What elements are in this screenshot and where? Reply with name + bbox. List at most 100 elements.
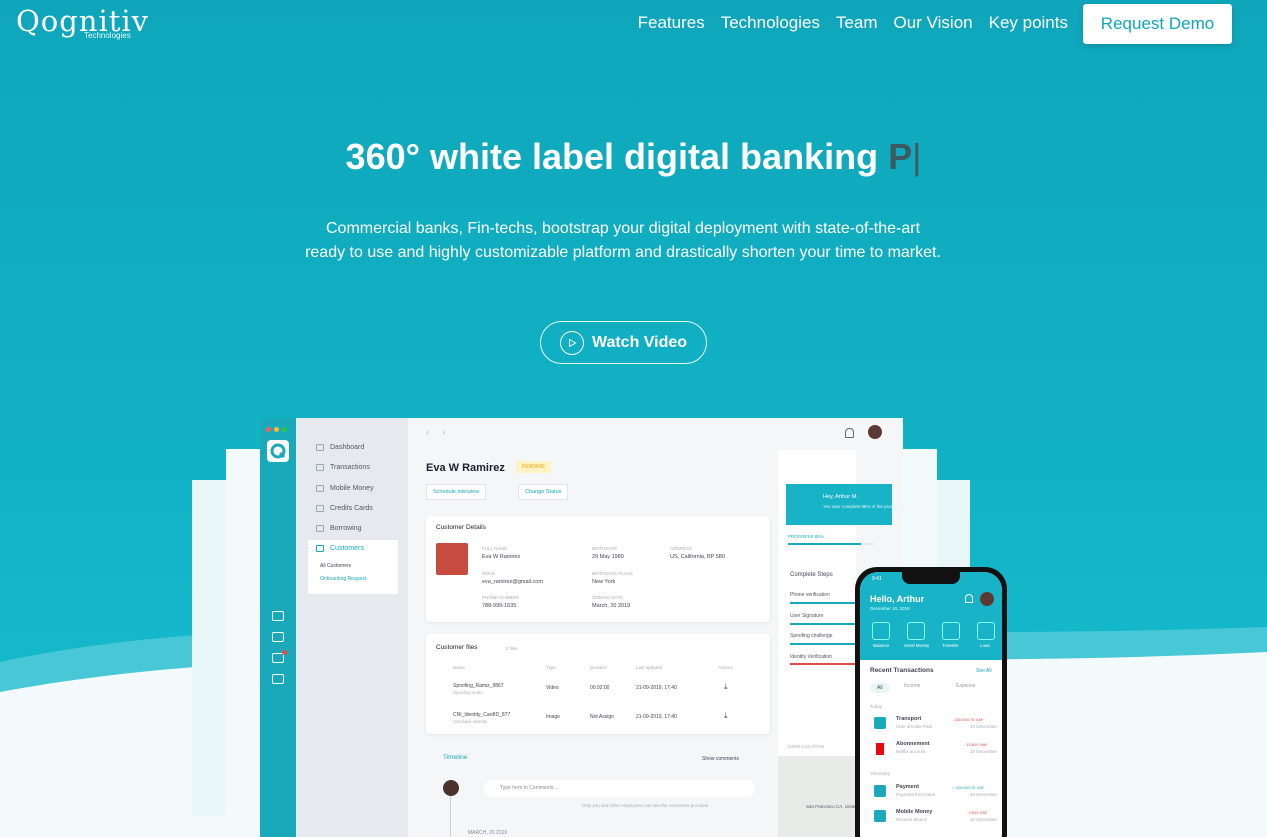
minimize-dot-icon [274,427,279,432]
files-count: 2 files [506,646,518,651]
sidebar-item-dashboard[interactable]: Dashboard [316,444,364,451]
bank-icon[interactable] [272,632,284,642]
customer-files-card: Customer files 2 files Name Type Duratio… [426,634,770,734]
bell-icon[interactable] [845,428,854,438]
hero-description: Commercial banks, Fin-techs, bootstrap y… [305,220,941,261]
sidebar-label: Customers [330,545,364,552]
nav-link-our-vision[interactable]: Our Vision [894,13,973,33]
dashboard-sidebar: Dashboard Transactions Mobile Money Cred… [296,418,408,837]
app-logo-icon [267,440,289,462]
close-dot-icon [266,427,271,432]
download-icon[interactable]: ⤓ [724,682,728,692]
files-header: Type [546,665,556,670]
customer-photo [436,543,468,575]
recent-transactions-title: Recent Transactions [870,667,934,674]
file-subtitle: Spoofing video [453,690,483,695]
sidebar-label: Borrowing [330,525,362,532]
sidebar-item-transactions[interactable]: Transactions [316,464,370,471]
avatar[interactable] [868,425,882,439]
sidebar-item-mobile-money[interactable]: Mobile Money [316,485,374,492]
avatar[interactable] [980,592,994,606]
location-map: San Francisco CA, United State [778,756,870,837]
filter-income[interactable]: Income [904,683,920,689]
field-joining-date: March, 20 2019 [592,603,631,609]
tx-amount: - 2,500 XAF [966,810,988,815]
sidebar-item-credit-cards[interactable]: Credits Cards [316,505,373,512]
filter-expense[interactable]: Expense [956,683,975,689]
request-demo-button[interactable]: Request Demo [1083,4,1232,44]
tx-sub: Uber & Kabe Paid [896,724,933,729]
comment-placeholder: Type here to Comments.... [500,785,559,791]
phone-greeting: Hello, Arthur [870,594,925,604]
step-bar [790,663,856,665]
chevron-left-icon[interactable]: ‹ [426,427,429,438]
user-icon [316,545,324,552]
file-name: Spoofing_Ramiz_9867 [453,683,504,689]
hero-typed-text: P [888,136,913,177]
window-controls [266,427,287,432]
group-today: Today [870,704,883,709]
send-money-icon[interactable] [907,622,925,640]
bell-icon[interactable] [965,594,973,603]
tx-name: Payment [896,784,919,790]
sidebar-subitem-onboarding[interactable]: Onboarding Request [320,576,366,582]
comment-input[interactable]: Type here to Comments.... [484,780,755,797]
filter-all[interactable]: All [870,683,890,693]
nav-link-key-points[interactable]: Key points [989,13,1068,33]
field-label: ADDRESS [670,546,692,551]
tx-date: 10 December [970,724,998,729]
sidebar-item-borrowing[interactable]: Borrowing [316,525,362,532]
balance-icon[interactable] [872,622,890,640]
customer-files-title: Customer files [436,644,478,651]
customer-details-title: Customer Details [436,524,486,531]
field-label: EMAIL [482,571,496,576]
customer-name: Eva W Ramirez [426,462,505,474]
tx-date: 10 December [970,749,998,754]
phone-action-label: Balance [873,643,890,648]
logo-subtitle: Technologies [84,31,131,40]
field-phone: 788-999-1635 [482,603,517,609]
file-type: Video [546,685,559,691]
payment-icon [874,785,886,797]
typing-caret: | [912,136,922,177]
sidebar-label: Dashboard [330,444,365,451]
sidebar-subitem-all-customers[interactable]: All Customers [320,563,351,569]
phone-header: 9:41 Hello, Arthur December 10, 2019 Bal… [860,572,1002,660]
nav-links: Features Technologies Team Our Vision Ke… [638,13,1068,33]
transfer-icon[interactable] [942,622,960,640]
grid-icon[interactable] [272,611,284,621]
files-header: Last updated [636,665,663,670]
files-header: Duration [590,665,608,670]
timeline-date: MARCH, 20 2019 [468,830,508,836]
play-icon [559,330,584,355]
sidebar-item-customers[interactable]: Customers [316,545,364,552]
nav-link-technologies[interactable]: Technologies [721,13,820,33]
phone-notch [902,572,960,584]
chevron-right-icon[interactable]: › [442,427,445,438]
step-item: Phone verification [790,592,830,598]
watch-video-button[interactable]: Watch Video [540,321,707,364]
change-status-button[interactable]: Change Status [518,484,569,500]
file-duration: 00:02:00 [590,685,610,691]
tx-sub: Receive Money [896,817,928,822]
show-comments-toggle[interactable]: Show comments [702,756,739,762]
transactions-icon [316,464,324,471]
phone-mockup: 9:41 Hello, Arthur December 10, 2019 Bal… [855,567,1007,837]
file-subtitle: CNI back Identity [453,719,488,724]
schedule-interview-button[interactable]: Schedule interview [426,484,487,500]
see-all-link[interactable]: See All [976,668,992,674]
files-header: Name [453,665,466,670]
loan-icon[interactable] [977,622,995,640]
tx-name: Mobile Money [896,809,933,815]
steps-title: Complete Steps [790,572,833,578]
nav-link-team[interactable]: Team [836,13,878,33]
download-icon[interactable]: ⤓ [724,711,728,721]
tx-amount: - 160,000,76 XAF [952,717,984,722]
tx-date: 10 December [970,792,998,797]
card-icon[interactable] [272,674,284,684]
tx-date: 10 December [970,817,998,822]
field-birthdate: 29 May 1989 [592,554,624,560]
tx-name: Abonnement [896,741,930,747]
logo[interactable]: Qognitiv Technologies [16,4,149,40]
nav-link-features[interactable]: Features [638,13,705,33]
